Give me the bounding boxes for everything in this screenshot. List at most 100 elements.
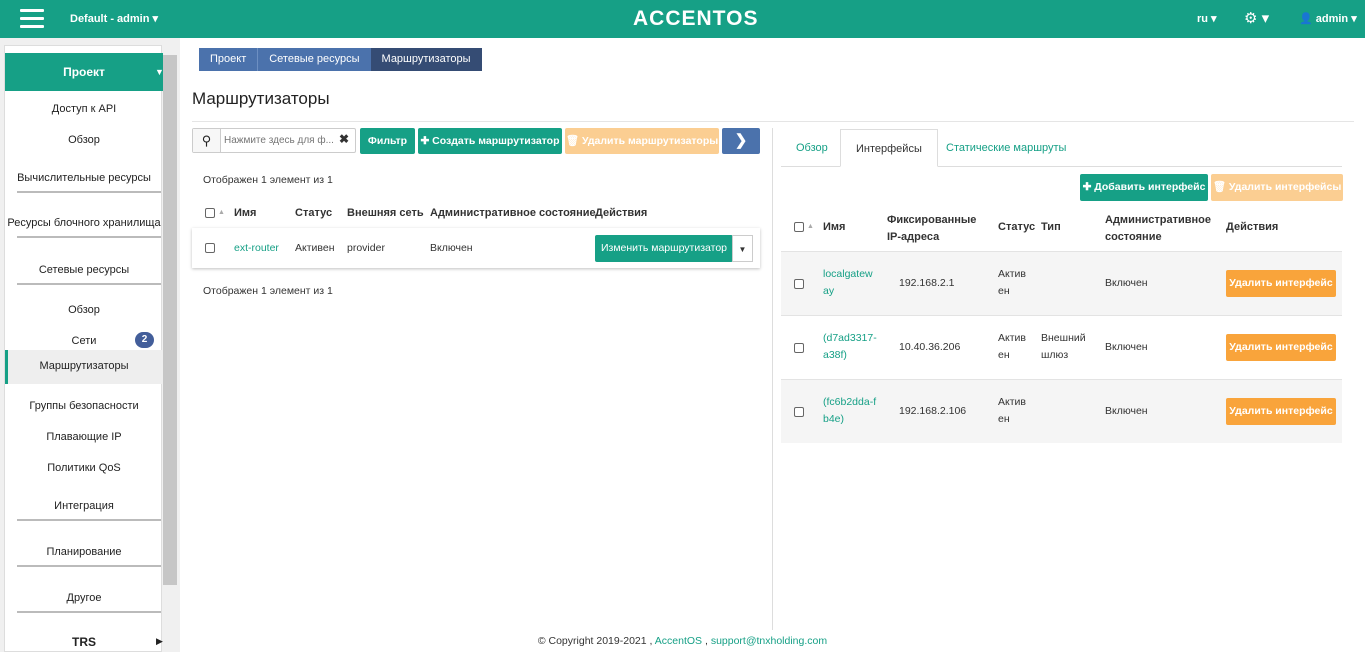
top-bar: Default - admin ▾ ACCENTOS ru ▾ ⚙ ▾ 👤 ad… [0, 0, 1365, 38]
row-checkbox[interactable] [794, 279, 804, 289]
tab-overview[interactable]: Обзор [781, 129, 843, 167]
sort-up-icon[interactable]: ▲ [218, 209, 225, 216]
column-header-admin-state[interactable]: Административное состояние [430, 207, 596, 219]
routers-count-top: Отображен 1 элемент из 1 [203, 174, 333, 186]
sidebar-item-security-groups[interactable]: Группы безопасности [5, 400, 163, 412]
interface-admin-state: Включен [1105, 341, 1148, 353]
sidebar-divider [17, 519, 161, 521]
accentos-link[interactable]: AccentOS [655, 635, 702, 647]
sidebar-item-other[interactable]: Другое [5, 592, 163, 604]
interface-admin-state: Включен [1105, 405, 1148, 417]
interface-name-link[interactable]: (fc6b2dda-fb4e) [823, 394, 878, 428]
sidebar-item-integration[interactable]: Интеграция [5, 500, 163, 512]
column-header-fixed-ips[interactable]: Фиксированные IP-адреса [887, 212, 992, 246]
gear-icon[interactable]: ⚙ ▾ [1244, 9, 1269, 27]
select-all-checkbox[interactable] [794, 222, 804, 232]
footer-separator: , [704, 635, 708, 647]
add-interface-button[interactable]: ✚ Добавить интерфейс [1080, 174, 1208, 201]
router-name-link[interactable]: ext-router [234, 242, 279, 254]
row-checkbox[interactable] [794, 343, 804, 353]
row-checkbox[interactable] [205, 243, 215, 253]
sidebar-divider [17, 283, 161, 285]
language-selector[interactable]: ru ▾ [1197, 12, 1217, 25]
support-email-link[interactable]: support@tnxholding.com [711, 635, 827, 647]
project-selector[interactable]: Default - admin ▾ [70, 12, 158, 25]
column-header-name[interactable]: Имя [234, 207, 256, 219]
delete-interface-button[interactable]: Удалить интерфейс [1226, 334, 1336, 361]
sidebar-item-label: Маршрутизаторы [39, 360, 129, 372]
router-status: Активен [295, 242, 335, 254]
sidebar-item-project[interactable]: Проект ▼ [5, 53, 164, 91]
interface-admin-state: Включен [1105, 277, 1148, 289]
footer: © Copyright 2019-2021 , AccentOS , suppo… [0, 635, 1365, 647]
sidebar-item-network[interactable]: Сетевые ресурсы [5, 264, 163, 276]
tab-interfaces[interactable]: Интерфейсы [840, 129, 938, 167]
sidebar-item-planning[interactable]: Планирование [5, 546, 163, 558]
delete-interface-button[interactable]: Удалить интерфейс [1226, 270, 1336, 297]
user-menu[interactable]: 👤 admin ▾ [1299, 12, 1357, 25]
sidebar-panel: Проект ▼ Доступ к API Обзор Вычислительн… [4, 45, 164, 652]
interface-ip: 192.168.2.106 [899, 405, 967, 417]
sidebar-divider [17, 611, 161, 613]
sidebar-item-block-storage[interactable]: Ресурсы блочного хранилища [5, 217, 163, 229]
sidebar-item-qos[interactable]: Политики QoS [5, 462, 163, 474]
router-external-network: provider [347, 242, 385, 254]
breadcrumb: Проект Сетевые ресурсы Маршрутизаторы [199, 48, 482, 71]
copyright-text: © Copyright 2019-2021 , [537, 635, 653, 647]
breadcrumb-project[interactable]: Проект [199, 48, 258, 71]
router-admin-state: Включен [430, 242, 473, 254]
interface-type: Внешний шлюз [1041, 332, 1086, 361]
delete-routers-button[interactable]: 🗑 Удалить маршрутизаторы [565, 128, 719, 154]
column-header-status[interactable]: Статус [295, 207, 332, 219]
column-header-actions: Действия [595, 207, 648, 219]
sidebar-item-routers[interactable]: Маршрутизаторы [5, 350, 163, 384]
column-header-type[interactable]: Тип [1041, 221, 1061, 233]
sidebar-item-overview[interactable]: Обзор [5, 134, 163, 146]
interface-name-link[interactable]: (d7ad3317-a38f) [823, 330, 878, 364]
column-header-name[interactable]: Имя [823, 221, 845, 233]
caret-down-icon[interactable]: ▼ [732, 235, 753, 262]
column-header-actions: Действия [1226, 221, 1279, 233]
chevron-right-icon[interactable]: ❯ [722, 128, 760, 154]
column-header-external-network[interactable]: Внешняя сеть [347, 207, 424, 219]
sidebar-divider [17, 191, 161, 193]
sort-up-icon[interactable]: ▲ [807, 223, 814, 230]
sidebar-item-api[interactable]: Доступ к API [5, 103, 163, 115]
sidebar: Проект ▼ Доступ к API Обзор Вычислительн… [0, 38, 180, 652]
row-checkbox[interactable] [794, 407, 804, 417]
logo: ACCENTOS [633, 7, 759, 30]
delete-interfaces-button[interactable]: 🗑 Удалить интерфейсы [1211, 174, 1343, 201]
menu-icon[interactable] [20, 9, 44, 29]
filter-button[interactable]: Фильтр [360, 128, 415, 154]
create-router-button[interactable]: ✚ Создать маршрутизатор [418, 128, 562, 154]
select-all-checkbox[interactable] [205, 208, 215, 218]
interface-ip: 10.40.36.206 [899, 341, 961, 353]
breadcrumb-network[interactable]: Сетевые ресурсы [257, 48, 371, 71]
page-title: Маршрутизаторы [192, 89, 330, 108]
sidebar-divider [17, 565, 161, 567]
routers-count-bottom: Отображен 1 элемент из 1 [203, 285, 333, 297]
breadcrumb-routers: Маршрутизаторы [370, 48, 482, 71]
sidebar-item-compute[interactable]: Вычислительные ресурсы [5, 172, 163, 184]
search-icon[interactable]: ⚲ [193, 129, 221, 152]
sidebar-item-label: Проект [63, 65, 105, 79]
delete-interface-button[interactable]: Удалить интерфейс [1226, 398, 1336, 425]
networks-count-badge: 2 [135, 332, 154, 348]
column-header-admin-state[interactable]: Административное состояние [1105, 212, 1215, 246]
tab-static-routes[interactable]: Статические маршруты [931, 129, 1081, 167]
interface-status: Активен [998, 268, 1026, 297]
search-input[interactable] [224, 131, 336, 150]
interface-name-link[interactable]: localgateway [823, 266, 878, 300]
panel-divider [772, 128, 773, 630]
search-box: ⚲ ✖ [192, 128, 356, 153]
sidebar-divider [17, 236, 161, 238]
edit-router-button[interactable]: Изменить маршрутизатор [595, 235, 733, 262]
sidebar-scrollbar[interactable] [163, 55, 177, 585]
title-divider [192, 121, 1354, 122]
interface-status: Активен [998, 396, 1026, 425]
sidebar-item-network-overview[interactable]: Обзор [5, 304, 163, 316]
column-header-status[interactable]: Статус [998, 221, 1035, 233]
interface-ip: 192.168.2.1 [899, 277, 955, 289]
close-icon[interactable]: ✖ [339, 132, 349, 146]
sidebar-item-floating-ip[interactable]: Плавающие IP [5, 431, 163, 443]
